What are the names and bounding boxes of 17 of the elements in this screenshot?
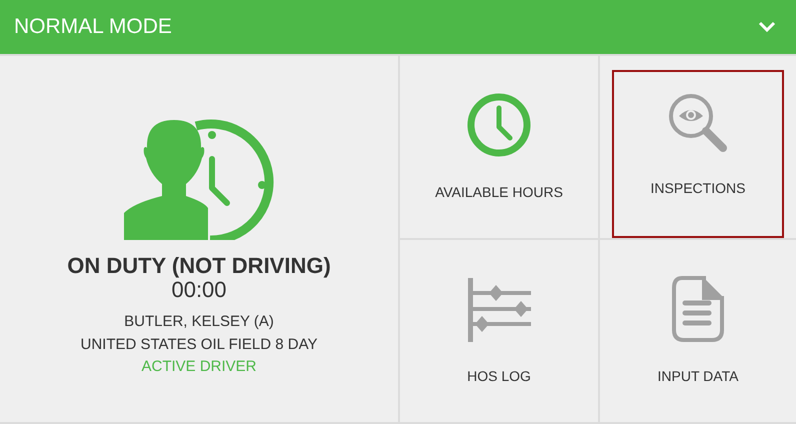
tile-label: INSPECTIONS: [650, 179, 746, 198]
ruleset-text: UNITED STATES OIL FIELD 8 DAY: [80, 336, 318, 354]
chevron-down-icon[interactable]: [758, 21, 776, 33]
mode-title: NORMAL MODE: [14, 14, 172, 40]
document-icon: [672, 276, 724, 342]
driver-name: BUTLER, KELSEY (A): [124, 314, 274, 331]
duty-status: ON DUTY (NOT DRIVING): [67, 254, 331, 278]
menu-tile[interactable]: AVAILABLE HOURS: [400, 56, 598, 238]
menu-tile[interactable]: HOS LOG: [400, 240, 598, 422]
menu-tile[interactable]: INPUT DATA: [600, 240, 796, 422]
timeline-icon: [466, 276, 532, 342]
menu-tile[interactable]: INSPECTIONS: [600, 56, 796, 238]
clock-icon: [466, 92, 532, 158]
driver-role: ACTIVE DRIVER: [141, 359, 257, 376]
driver-clock-icon: [124, 118, 274, 240]
magnifier-eye-icon: [667, 92, 729, 154]
duty-time: 00:00: [171, 278, 227, 302]
